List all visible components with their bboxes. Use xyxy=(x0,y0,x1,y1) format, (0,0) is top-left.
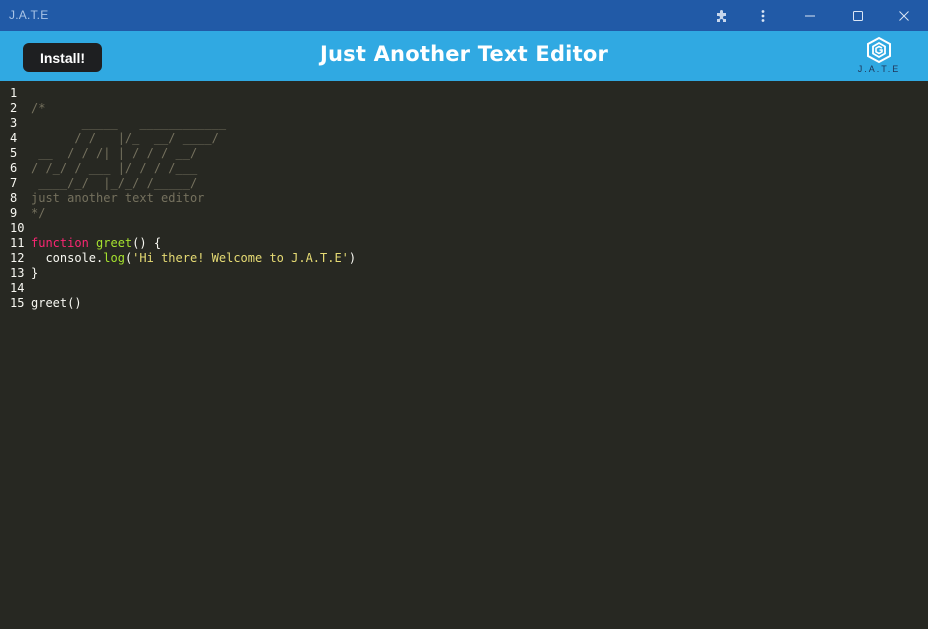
line-content: console.log('Hi there! Welcome to J.A.T.… xyxy=(31,251,356,266)
line-number: 2 xyxy=(10,101,18,115)
editor-line[interactable]: 1 xyxy=(0,86,928,101)
line-content: } xyxy=(31,266,38,281)
code-token: () { xyxy=(132,236,162,250)
code-token: } xyxy=(31,266,39,280)
maximize-icon xyxy=(853,10,863,21)
app-title: Just Another Text Editor xyxy=(319,42,608,66)
code-token: greet() xyxy=(31,296,82,310)
code-token: / / |/_ __/ ____/ xyxy=(31,131,219,145)
editor-line[interactable]: 11 function greet() { xyxy=(0,236,928,251)
more-vertical-icon xyxy=(761,9,765,22)
jate-logo-icon xyxy=(867,36,891,64)
line-number: 9 xyxy=(10,206,18,220)
code-token: 'Hi there! Welcome to J.A.T.E' xyxy=(132,251,349,265)
maximize-button[interactable] xyxy=(840,0,876,31)
code-token: function xyxy=(31,236,89,250)
logo-text: J.A.T.E xyxy=(857,64,901,74)
editor-line[interactable]: 7 ____/_/ |_/_/ /_____/ xyxy=(0,176,928,191)
line-number: 12 xyxy=(10,251,25,265)
puzzle-icon xyxy=(717,9,726,22)
code-token: ____/_/ |_/_/ /_____/ xyxy=(31,176,198,190)
editor-line[interactable]: 9 */ xyxy=(0,206,928,221)
line-content: / / |/_ __/ ____/ xyxy=(31,131,219,146)
close-icon xyxy=(899,10,909,21)
code-token: / /_/ / ___ |/ / / /___ xyxy=(31,161,198,175)
line-number: 1 xyxy=(10,86,18,100)
line-number: 10 xyxy=(10,221,25,235)
editor-line[interactable]: 2 /* xyxy=(0,101,928,116)
editor-line[interactable]: 13} xyxy=(0,266,928,281)
window-title: J.A.T.E xyxy=(9,8,49,22)
app-logo: J.A.T.E xyxy=(855,36,903,80)
code-token: */ xyxy=(31,206,46,220)
line-content: just another text editor xyxy=(31,191,204,206)
line-content: ____/_/ |_/_/ /_____/ xyxy=(31,176,197,191)
line-content: greet() xyxy=(31,296,82,311)
code-token: greet xyxy=(96,236,133,250)
editor-line[interactable]: 14 xyxy=(0,281,928,296)
line-number: 5 xyxy=(10,146,18,160)
editor-line[interactable]: 15 greet() xyxy=(0,296,928,311)
editor-line[interactable]: 8 just another text editor xyxy=(0,191,928,206)
editor-line[interactable]: 4 / / |/_ __/ ____/ xyxy=(0,131,928,146)
editor-line[interactable]: 10 xyxy=(0,221,928,236)
line-content: __ / / /| | / / / __/ xyxy=(31,146,197,161)
code-token: __ / / /| | / / / __/ xyxy=(31,146,198,160)
line-number: 11 xyxy=(10,236,25,250)
line-number: 14 xyxy=(10,281,25,295)
code-token: console. xyxy=(31,251,104,265)
code-token: ) xyxy=(348,251,357,265)
code-token: _____ ____________ xyxy=(31,116,227,130)
line-number: 8 xyxy=(10,191,18,205)
line-number: 13 xyxy=(10,266,25,280)
line-content: _____ ____________ xyxy=(31,116,227,131)
line-content: / /_/ / ___ |/ / / /___ xyxy=(31,161,197,176)
minimize-button[interactable] xyxy=(792,0,828,31)
line-number: 15 xyxy=(10,296,25,310)
line-number: 3 xyxy=(10,116,18,130)
line-content: /* xyxy=(31,101,45,116)
code-token: log xyxy=(103,251,125,265)
app-header: Install! Just Another Text Editor J.A.T.… xyxy=(0,31,928,81)
close-button[interactable] xyxy=(886,0,922,31)
code-editor[interactable]: 1 2/* 3 _____ ____________ 4 / / |/_ __/ __… xyxy=(0,81,928,629)
more-options-button[interactable] xyxy=(745,0,781,31)
minimize-icon xyxy=(805,15,815,16)
editor-line[interactable]: 12 console.log('Hi there! Welcome to J.A… xyxy=(0,251,928,266)
line-content: */ xyxy=(31,206,45,221)
editor-line[interactable]: 3 _____ ____________ xyxy=(0,116,928,131)
code-token: /* xyxy=(31,101,46,115)
window-titlebar: J.A.T.E xyxy=(0,0,928,31)
code-token: just another text editor xyxy=(31,191,205,205)
extensions-button[interactable] xyxy=(704,0,740,31)
editor-line[interactable]: 5 __ / / /| | / / / __/ xyxy=(0,146,928,161)
editor-line[interactable]: 6 / /_/ / ___ |/ / / /___ xyxy=(0,161,928,176)
line-number: 6 xyxy=(10,161,18,175)
line-content: function greet() { xyxy=(31,236,161,251)
line-number: 7 xyxy=(10,176,18,190)
line-number: 4 xyxy=(10,131,18,145)
